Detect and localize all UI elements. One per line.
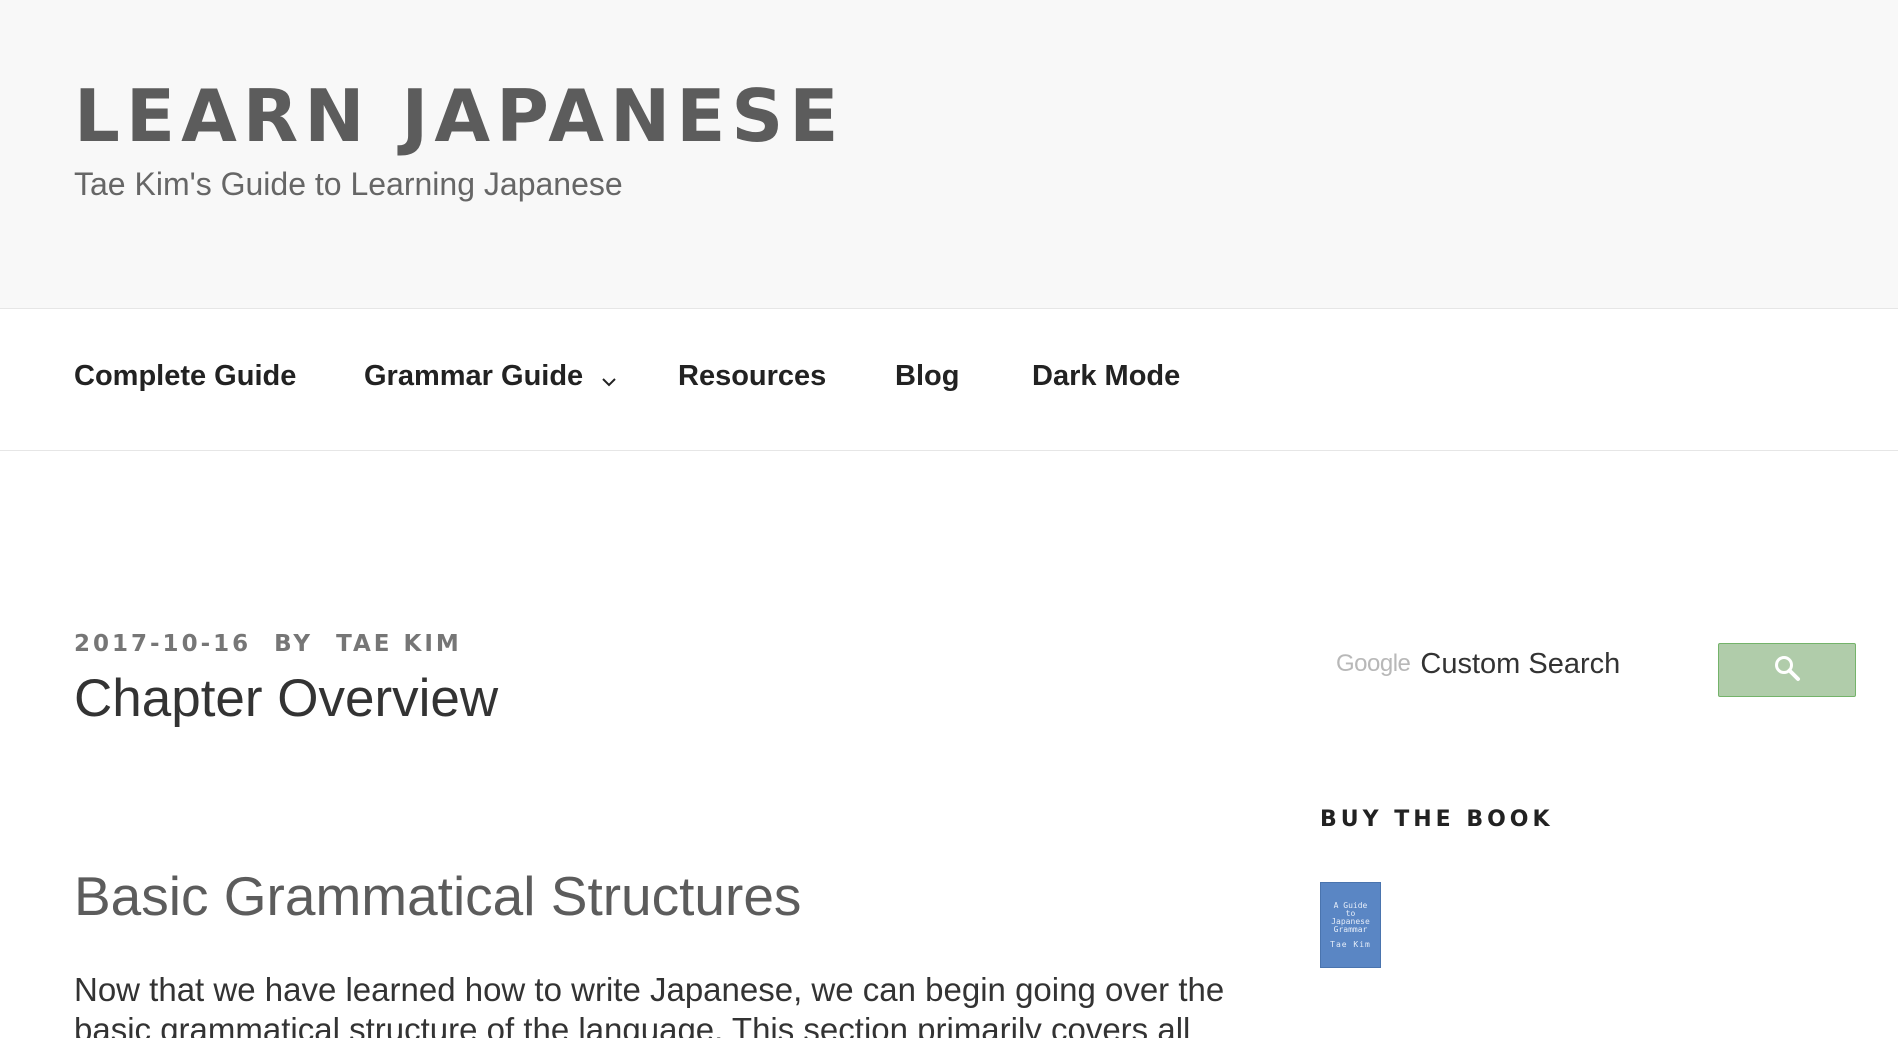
site-header: LEARN JAPANESE Tae Kim's Guide to Learni… [0, 0, 1898, 309]
nav-item-label: Dark Mode [1032, 360, 1181, 392]
search-icon [1773, 654, 1801, 687]
search-button[interactable] [1718, 643, 1856, 697]
nav-item-resources[interactable]: Resources [678, 360, 826, 393]
search-form: Google Custom Search [1320, 631, 1856, 697]
search-placeholder: Custom Search [1420, 647, 1621, 680]
entry-meta: 2017-10-16 BY TAE KIM [74, 631, 462, 657]
google-logo: Google [1336, 650, 1411, 677]
nav-item-dark-mode[interactable]: Dark Mode [1032, 360, 1180, 393]
nav-item-blog[interactable]: Blog [895, 360, 959, 393]
nav-item-label: Blog [895, 360, 960, 392]
byline-by: BY [274, 631, 314, 657]
nav-item-label: Complete Guide [74, 360, 297, 392]
nav-item-label: Grammar Guide [364, 360, 584, 392]
nav-item-grammar-guide[interactable]: Grammar Guide [364, 360, 619, 393]
book-cover-image[interactable]: A Guide to Japanese Grammar Tae Kim [1320, 882, 1381, 968]
site-title[interactable]: LEARN JAPANESE [74, 74, 844, 158]
section-heading: Basic Grammatical Structures [74, 865, 802, 927]
book-cover-line: Grammar [1333, 924, 1368, 934]
main-navigation: Complete Guide Grammar Guide Resources B… [0, 310, 1898, 451]
search-input[interactable]: Google Custom Search [1320, 631, 1704, 697]
author-link[interactable]: TAE KIM [336, 631, 462, 657]
book-cover-author: Tae Kim [1330, 939, 1371, 949]
post-date-link[interactable]: 2017-10-16 [74, 631, 251, 657]
page-title: Chapter Overview [74, 669, 499, 728]
nav-item-complete-guide[interactable]: Complete Guide [74, 360, 296, 393]
nav-item-label: Resources [678, 360, 827, 392]
body-paragraph: Now that we have learned how to write Ja… [74, 971, 1225, 1038]
widget-title-buy-the-book: BUY THE BOOK [1320, 807, 1554, 832]
chevron-down-icon[interactable] [599, 367, 619, 387]
site-description: Tae Kim's Guide to Learning Japanese [74, 166, 623, 202]
